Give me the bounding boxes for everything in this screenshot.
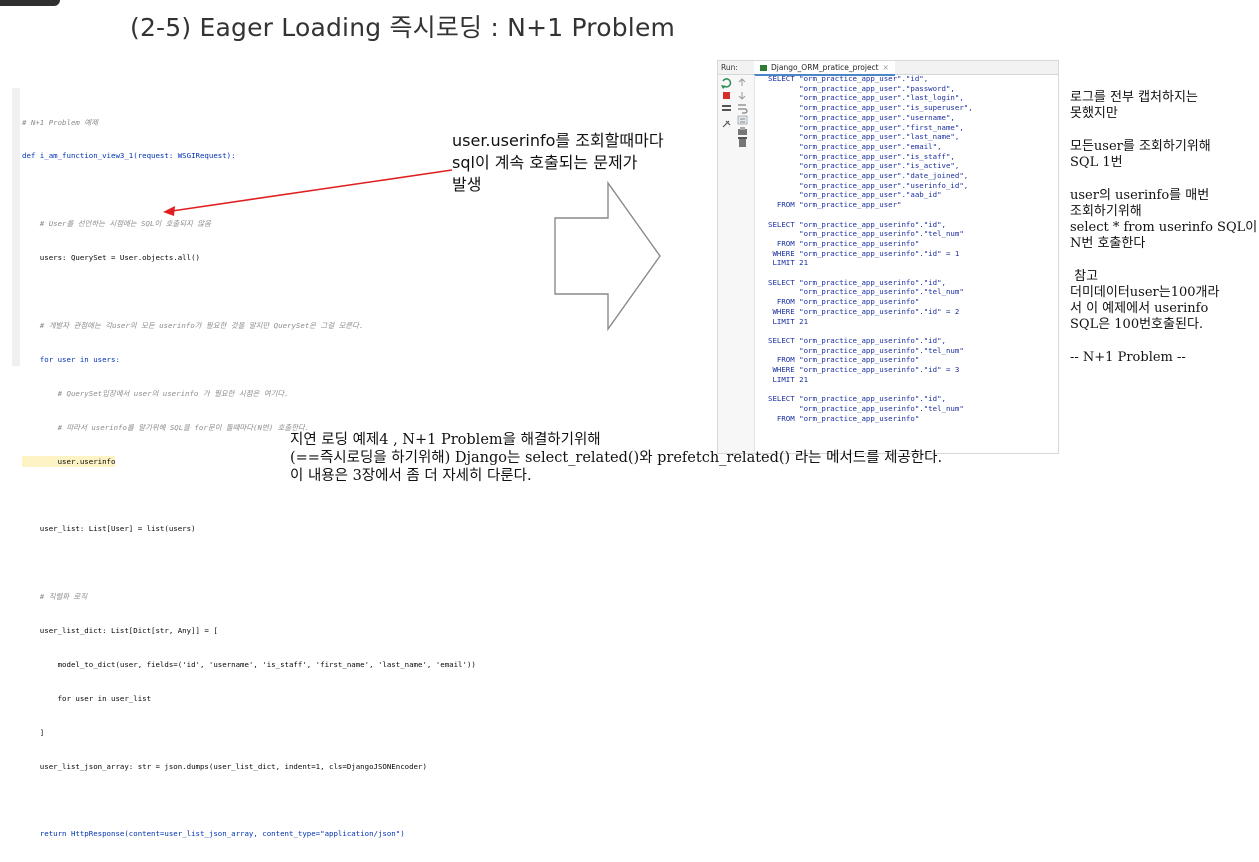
note-line: 조회하기위해 xyxy=(1070,204,1142,219)
note-line: 못했지만 xyxy=(1070,106,1118,121)
up-arrow-icon[interactable] xyxy=(738,78,746,86)
trash-icon[interactable] xyxy=(738,137,747,147)
code-line: user_list: List[User] = list(users) xyxy=(22,524,196,534)
stop-icon[interactable] xyxy=(723,92,730,99)
annotation-line: sql이 계속 호출되는 문제가 xyxy=(452,153,638,172)
layout-icon[interactable] xyxy=(722,105,731,111)
down-arrow-icon[interactable] xyxy=(738,92,746,100)
print-icon[interactable] xyxy=(738,127,747,135)
note-line: 서 이 예제에서 userinfo xyxy=(1070,301,1209,316)
right-arrow-shape xyxy=(554,180,661,332)
side-notes: 로그를 전부 캡처하지는 못했지만 모든user를 조회하기위해 SQL 1번 … xyxy=(1070,90,1259,366)
code-line: model_to_dict(user, fields=('id', 'usern… xyxy=(22,659,476,669)
run-label: Run: xyxy=(721,63,738,72)
code-line: # 직렬화 로직 xyxy=(22,592,88,602)
bottom-description: 지연 로딩 예제4 , N+1 Problem을 해결하기위해 (==즉시로딩을… xyxy=(290,431,942,485)
annotation-line: user.userinfo를 조회할때마다 xyxy=(452,131,664,150)
note-line: select * from userinfo SQL이 xyxy=(1070,220,1258,235)
note-line: SQL은 100번호출된다. xyxy=(1070,317,1204,332)
console-tab-label: Django_ORM_pratice_project xyxy=(771,63,879,72)
bottom-line: 이 내용은 3장에서 좀 더 자세히 다룬다. xyxy=(290,468,532,484)
note-line: 모든user를 조회하기위해 xyxy=(1070,139,1211,154)
code-line: for user in user_list xyxy=(22,693,152,703)
note-line: SQL 1번 xyxy=(1070,155,1123,170)
rerun-icon[interactable] xyxy=(721,78,732,89)
bottom-line: (==즉시로딩을 하기위해) Django는 select_related()와… xyxy=(290,450,943,466)
sql-log-output: SELECT "orm_practice_app_user"."id", "or… xyxy=(768,74,973,423)
pin-icon[interactable] xyxy=(722,120,731,128)
note-line: N번 호출한다 xyxy=(1070,236,1146,251)
note-line: -- N+1 Problem -- xyxy=(1070,350,1186,365)
console-toolbar xyxy=(718,75,755,453)
run-console-panel: Run: Django_ORM_pratice_project × SELECT … xyxy=(717,60,1059,454)
scroll-to-end-icon[interactable] xyxy=(737,115,748,125)
bottom-line: 지연 로딩 예제4 , N+1 Problem을 해결하기위해 xyxy=(290,432,601,448)
console-toolbar-icons xyxy=(721,78,748,147)
note-line: user의 userinfo를 매번 xyxy=(1070,188,1210,203)
console-header: Run: Django_ORM_pratice_project × xyxy=(718,61,1058,76)
note-line: 더미데이터user는100개라 xyxy=(1070,285,1220,300)
django-icon xyxy=(760,65,767,71)
note-line: 참고 xyxy=(1070,269,1099,284)
close-icon[interactable]: × xyxy=(883,63,889,72)
code-line: ] xyxy=(22,727,45,737)
code-line: user_list_dict: List[Dict[str, Any]] = [ xyxy=(22,625,218,635)
soft-wrap-icon[interactable] xyxy=(738,104,748,114)
code-line: user_list_json_array: str = json.dumps(u… xyxy=(22,761,427,771)
code-line: return HttpResponse(content=user_list_js… xyxy=(22,829,405,839)
note-line: 로그를 전부 캡처하지는 xyxy=(1070,90,1198,105)
